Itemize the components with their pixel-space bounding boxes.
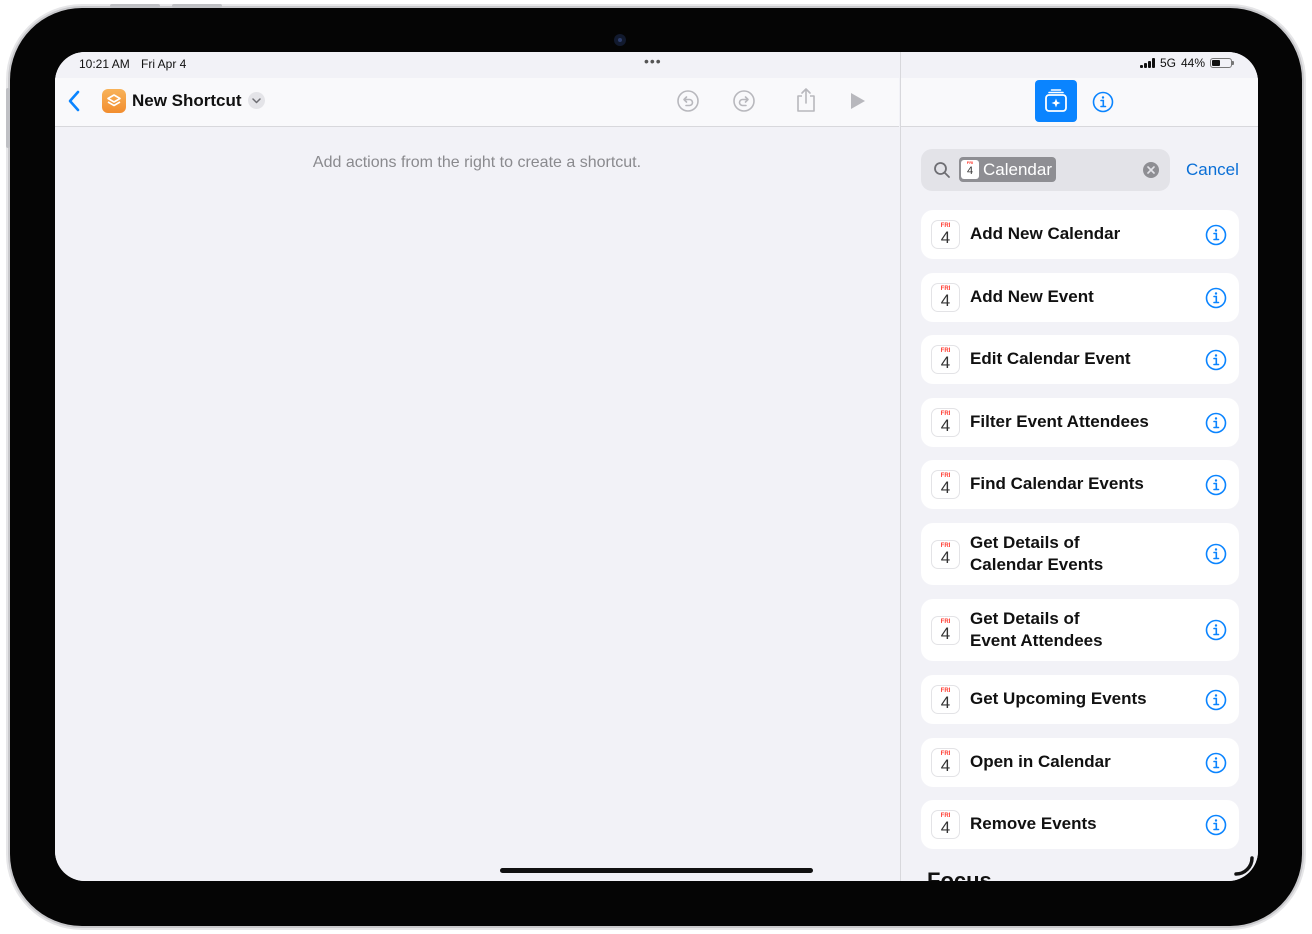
battery-level-fill	[1212, 60, 1220, 66]
action-row[interactable]: FRI 4 Open in Calendar	[921, 738, 1239, 787]
status-bar: 10:21 AM Fri Apr 4 ••• 5G 44%	[55, 52, 1258, 78]
editor-toolbar: New Shortcut	[55, 78, 899, 127]
calendar-app-icon: FRI 4	[931, 540, 960, 569]
calendar-app-icon: FRI 4	[931, 810, 960, 839]
action-row[interactable]: FRI 4 Find Calendar Events	[921, 460, 1239, 509]
screen: New Shortcut Add actions from the right …	[55, 52, 1258, 881]
search-icon	[934, 162, 950, 178]
volume-button	[172, 4, 222, 8]
action-row[interactable]: FRI 4 Remove Events	[921, 800, 1239, 849]
calendar-app-icon: FRI 4	[931, 616, 960, 645]
action-label: Edit Calendar Event	[970, 349, 1131, 368]
close-icon	[1147, 166, 1155, 174]
calendar-icon-day: 4	[940, 818, 951, 837]
action-label: Find Calendar Events	[970, 474, 1144, 493]
calendar-icon-day: 4	[940, 548, 951, 567]
network-type: 5G	[1159, 56, 1176, 70]
action-row[interactable]: FRI 4 Get Upcoming Events	[921, 675, 1239, 724]
calendar-icon-day: 4	[940, 228, 951, 247]
action-row[interactable]: FRI 4 Edit Calendar Event	[921, 335, 1239, 384]
calendar-icon-day: 4	[940, 756, 951, 775]
calendar-app-icon: FRI 4	[931, 685, 960, 714]
shortcuts-layers-icon	[107, 94, 121, 107]
top-button	[6, 88, 10, 148]
action-label: Add New Calendar	[970, 224, 1121, 243]
shortcut-editor: New Shortcut Add actions from the right …	[55, 52, 899, 881]
action-info-icon[interactable]	[1205, 619, 1227, 641]
action-label: Open in Calendar	[970, 752, 1111, 771]
sidebar-toolbar	[901, 78, 1258, 127]
action-row[interactable]: FRI 4 Filter Event Attendees	[921, 398, 1239, 447]
home-indicator[interactable]	[500, 868, 813, 873]
undo-icon[interactable]	[676, 89, 700, 113]
status-indicators: 5G 44%	[1139, 56, 1234, 70]
calendar-search-token[interactable]: 4 Calendar	[959, 157, 1056, 182]
action-label: Get Details of Calendar Events	[970, 533, 1104, 574]
action-info-icon[interactable]	[1205, 689, 1227, 711]
action-info-icon[interactable]	[1205, 287, 1227, 309]
status-time: 10:21 AM	[79, 57, 130, 71]
action-library-icon	[1045, 89, 1067, 112]
shortcut-title[interactable]: New Shortcut	[132, 91, 242, 111]
action-row[interactable]: FRI 4 Get Details of Event Attendees	[921, 599, 1239, 661]
action-label: Filter Event Attendees	[970, 412, 1149, 431]
front-camera	[614, 34, 626, 46]
action-info-icon[interactable]	[1205, 349, 1227, 371]
share-icon[interactable]	[795, 87, 817, 113]
clear-search-button[interactable]	[1143, 162, 1159, 178]
title-menu-button[interactable]	[248, 92, 265, 109]
calendar-app-icon: FRI 4	[931, 220, 960, 249]
chevron-down-icon	[252, 97, 261, 103]
status-date: Fri Apr 4	[141, 57, 187, 71]
action-label: Remove Events	[970, 814, 1097, 833]
calendar-icon-day: 4	[940, 624, 951, 643]
calendar-icon-day: 4	[940, 693, 951, 712]
empty-editor-hint: Add actions from the right to create a s…	[312, 154, 642, 171]
volume-button	[110, 4, 160, 8]
shortcut-details-info-icon[interactable]	[1092, 91, 1114, 113]
cellular-signal-icon	[1139, 58, 1155, 68]
action-row[interactable]: FRI 4 Add New Calendar	[921, 210, 1239, 259]
action-row[interactable]: FRI 4 Add New Event	[921, 273, 1239, 322]
action-info-icon[interactable]	[1205, 474, 1227, 496]
calendar-app-icon: FRI 4	[931, 470, 960, 499]
action-label: Add New Event	[970, 287, 1094, 306]
action-search-field[interactable]: 4 Calendar	[921, 149, 1170, 191]
calendar-app-icon: FRI 4	[931, 283, 960, 312]
scroll-corner-indicator	[1234, 856, 1254, 876]
calendar-app-icon: 4	[961, 160, 979, 179]
action-info-icon[interactable]	[1205, 814, 1227, 836]
calendar-app-icon: FRI 4	[931, 408, 960, 437]
action-info-icon[interactable]	[1205, 412, 1227, 434]
shortcut-app-icon[interactable]	[102, 89, 126, 113]
action-info-icon[interactable]	[1205, 224, 1227, 246]
calendar-app-icon: FRI 4	[931, 345, 960, 374]
action-library-button[interactable]	[1035, 80, 1077, 122]
action-label: Get Details of Event Attendees	[970, 609, 1103, 650]
play-icon[interactable]	[849, 91, 867, 111]
battery-icon	[1210, 58, 1234, 68]
calendar-icon-day: 4	[940, 478, 951, 497]
battery-percent: 44%	[1180, 56, 1205, 70]
calendar-app-icon: FRI 4	[931, 748, 960, 777]
cancel-search-button[interactable]: Cancel	[1186, 160, 1239, 180]
calendar-icon-day: 4	[940, 416, 951, 435]
action-label: Get Upcoming Events	[970, 689, 1147, 708]
back-chevron-icon[interactable]	[67, 90, 81, 112]
search-token-label: Calendar	[983, 159, 1052, 179]
action-row[interactable]: FRI 4 Get Details of Calendar Events	[921, 523, 1239, 585]
section-header-focus: Focus	[927, 868, 992, 881]
calendar-icon-day: 4	[940, 291, 951, 310]
calendar-icon-day: 4	[940, 353, 951, 372]
multitasking-dots-icon[interactable]: •••	[644, 53, 662, 69]
action-info-icon[interactable]	[1205, 752, 1227, 774]
redo-icon[interactable]	[732, 89, 756, 113]
actions-sidebar: 4 Calendar Cancel FRI4Add New CalendarFR…	[900, 52, 1258, 881]
action-info-icon[interactable]	[1205, 543, 1227, 565]
